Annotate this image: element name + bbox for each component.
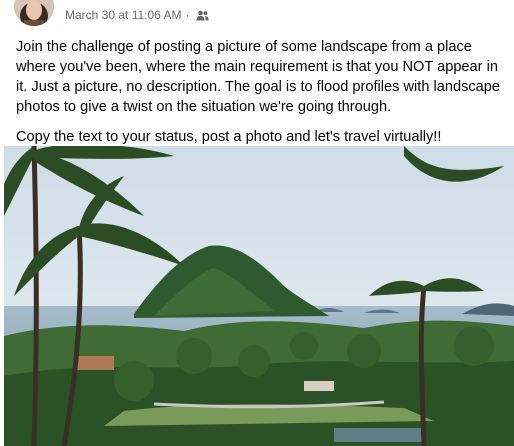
post-photo[interactable] (4, 146, 514, 446)
avatar-image (14, 0, 54, 26)
landscape-photo (4, 146, 514, 446)
post-paragraph: Copy the text to your status, post a pho… (16, 129, 442, 145)
profile-avatar[interactable] (14, 0, 54, 26)
post-header: March 30 at 11:06 AM · (0, 0, 514, 30)
post-text: Join the challenge of posting a picture … (16, 37, 504, 157)
post-timestamp[interactable]: March 30 at 11:06 AM (65, 8, 182, 22)
facebook-post: March 30 at 11:06 AM · Join the challeng… (0, 0, 514, 446)
meta-separator: · (185, 8, 190, 22)
post-paragraph: Join the challenge of posting a picture … (16, 39, 501, 115)
post-meta: March 30 at 11:06 AM · (65, 8, 209, 22)
friends-icon[interactable] (196, 10, 209, 21)
